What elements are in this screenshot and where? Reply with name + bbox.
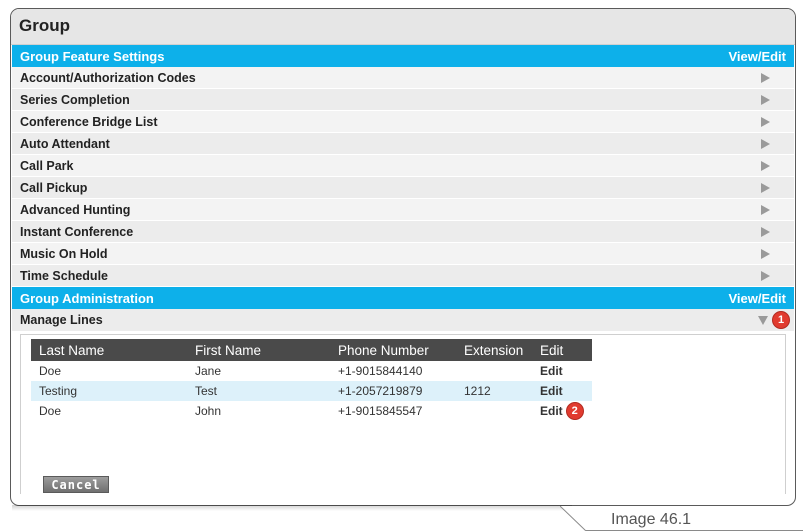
cell-first-name: Test [187,381,330,401]
section-title: Group Feature Settings [20,48,165,64]
column-header-edit: Edit [532,339,592,361]
table-row: Testing Test +1-2057219879 1212 Edit [31,381,592,401]
feature-item-call-park[interactable]: Call Park [12,155,794,177]
chevron-right-icon [761,270,770,281]
chevron-right-icon [761,204,770,215]
cell-phone-number: +1-9015845547 [338,404,423,418]
cell-last-name: Doe [39,364,62,378]
manage-lines-row[interactable]: Manage Lines 1 [12,309,794,331]
column-header-last-name[interactable]: Last Name [31,339,187,361]
cell-phone-number: +1-9015844140 [338,364,423,378]
manage-lines-controls: 1 [758,311,790,329]
cell-phone-number: +1-2057219879 [330,381,456,401]
column-header-first-name[interactable]: First Name [187,339,330,361]
caption-text: Image 46.1 [611,511,692,528]
feature-item-conference-bridge-list[interactable]: Conference Bridge List [12,111,794,133]
cell-last-name: Doe [39,404,62,418]
feature-item-label: Conference Bridge List [20,114,158,129]
edit-link[interactable]: Edit [540,404,563,418]
chevron-right-icon [761,94,770,105]
feature-item-account-authorization-codes[interactable]: Account/Authorization Codes [12,67,794,89]
cancel-button[interactable]: Cancel [43,476,109,493]
edit-link[interactable]: Edit [532,361,592,381]
chevron-right-icon [761,116,770,127]
feature-item-auto-attendant[interactable]: Auto Attendant [12,133,794,155]
feature-item-instant-conference[interactable]: Instant Conference [12,221,794,243]
manage-lines-panel: Last Name First Name Phone Number Extens… [20,334,786,494]
cell-last-name: Testing [31,381,187,401]
feature-item-label: Call Park [20,158,74,173]
feature-item-series-completion[interactable]: Series Completion [12,89,794,111]
chevron-right-icon [761,182,770,193]
column-header-extension[interactable]: Extension [456,339,532,361]
group-panel: Group Group Feature Settings View/Edit A… [10,8,796,506]
table-header-row: Last Name First Name Phone Number Extens… [31,339,592,361]
chevron-right-icon [761,226,770,237]
feature-item-music-on-hold[interactable]: Music On Hold [12,243,794,265]
edit-cell: Edit 2 [532,401,592,421]
cell-extension [456,401,532,421]
feature-item-label: Instant Conference [20,224,134,239]
edit-wrap: Edit 2 [540,402,584,420]
step-badge: 1 [772,311,790,329]
feature-item-label: Time Schedule [20,268,108,283]
step-badge: 2 [565,402,584,420]
feature-list: Account/Authorization Codes Series Compl… [11,67,795,287]
feature-item-label: Account/Authorization Codes [20,70,196,85]
image-caption: Image 46.1 [560,506,803,531]
feature-item-time-schedule[interactable]: Time Schedule [12,265,794,287]
feature-item-label: Series Completion [20,92,130,107]
panel-shadow [12,505,572,511]
feature-item-label: Advanced Hunting [20,202,131,217]
cell-first-name: John [195,404,222,418]
feature-item-advanced-hunting[interactable]: Advanced Hunting [12,199,794,221]
section-header-feature-settings: Group Feature Settings View/Edit [12,45,794,67]
chevron-down-icon[interactable] [758,315,768,325]
column-header-phone-number[interactable]: Phone Number [330,339,456,361]
view-edit-link[interactable]: View/Edit [728,291,786,306]
edit-link[interactable]: Edit [532,381,592,401]
view-edit-link[interactable]: View/Edit [728,49,786,64]
chevron-right-icon [761,138,770,149]
cell-extension: 1212 [456,381,532,401]
section-title: Group Administration [20,290,154,306]
feature-item-label: Music On Hold [20,246,108,261]
feature-item-label: Call Pickup [20,180,88,195]
section-header-administration: Group Administration View/Edit [12,287,794,309]
lines-table: Last Name First Name Phone Number Extens… [31,339,592,421]
panel-title: Group [11,9,795,45]
table-row: Doe Jane +1-9015844140 Edit [31,361,592,381]
feature-item-label: Auto Attendant [20,136,110,151]
chevron-right-icon [761,72,770,83]
cell-first-name: Jane [195,364,222,378]
chevron-right-icon [761,160,770,171]
cell-extension [456,361,532,381]
manage-lines-label: Manage Lines [20,313,103,327]
table-row: Doe John +1-9015845547 Edit 2 [31,401,592,421]
chevron-right-icon [761,248,770,259]
feature-item-call-pickup[interactable]: Call Pickup [12,177,794,199]
